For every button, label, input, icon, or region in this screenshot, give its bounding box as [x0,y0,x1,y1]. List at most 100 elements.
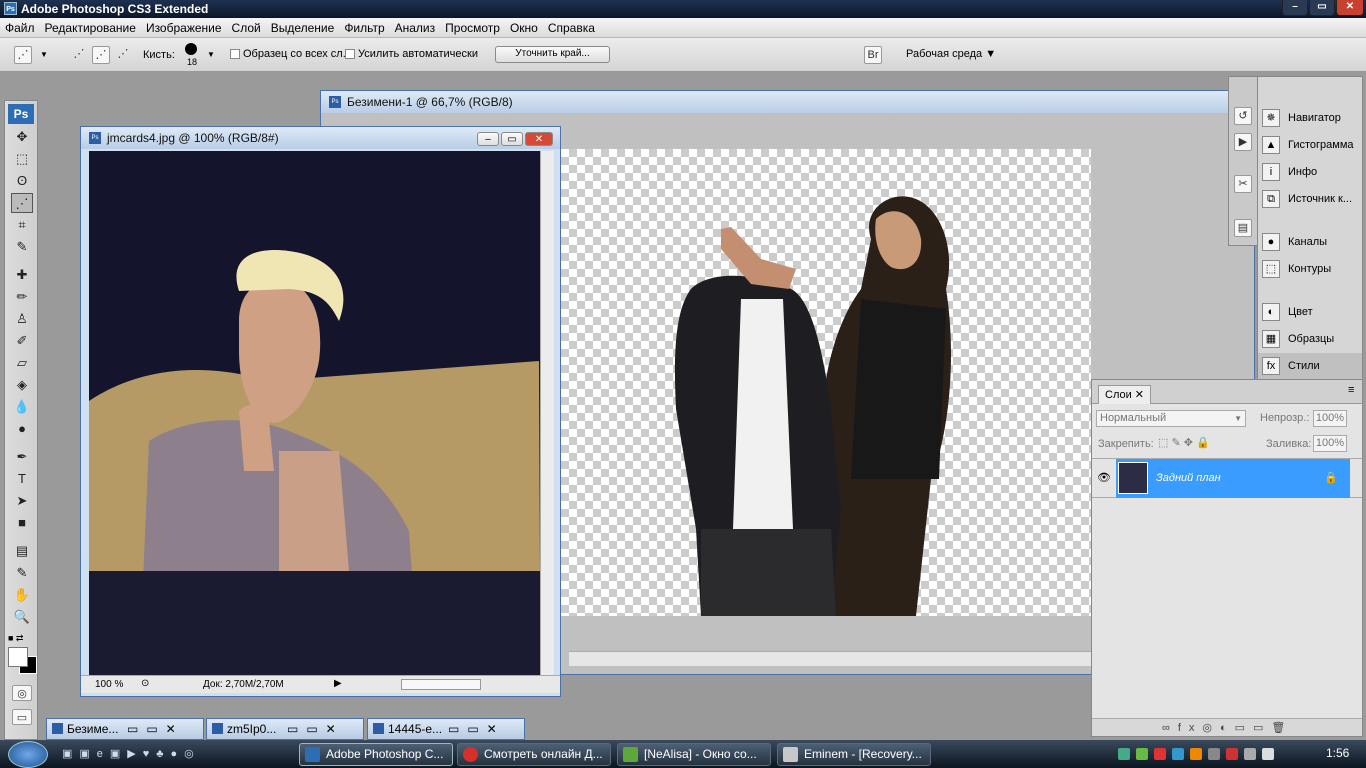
refine-edge-button[interactable]: Уточнить край... [495,46,610,63]
bucket-tool-icon[interactable]: ◈ [11,375,33,395]
new-selection-icon[interactable]: ⋰ [70,46,88,64]
maximize-button[interactable]: ▭ [1309,0,1335,16]
panel-item-group1-1[interactable]: ▲ Гистограмма [1258,132,1362,158]
menu-item-3[interactable]: Слой [227,18,266,36]
photo-canvas[interactable] [89,151,540,675]
shape-tool-icon[interactable]: ■ [11,513,33,533]
dodge-tool-icon[interactable]: ● [11,419,33,439]
clock[interactable]: 1:56 [1326,746,1349,760]
eye-icon[interactable]: 👁 [1097,471,1111,484]
transparent-canvas[interactable] [561,149,1091,617]
notes-tool-icon[interactable]: ▤ [11,541,33,561]
add-selection-icon[interactable]: ⋰ [92,46,110,64]
panel-item-group1-2[interactable]: i Инфо [1258,159,1362,185]
vertical-scrollbar[interactable] [540,151,554,675]
zoom-level[interactable]: 100 % [95,679,123,690]
layer-row[interactable]: 👁 Задний план 🔒 [1092,458,1362,498]
quick-mask-icon[interactable]: ◎ [12,685,32,701]
workspace-menu[interactable]: Рабочая среда ▼ [906,48,996,60]
tray-icon[interactable] [1172,748,1184,760]
menu-item-9[interactable]: Справка [543,18,600,36]
close-button[interactable]: ✕ [1336,0,1364,16]
panel-menu-icon[interactable]: ≡ [1348,384,1354,396]
actions-icon[interactable]: ▶ [1234,133,1252,151]
menu-item-8[interactable]: Окно [505,18,543,36]
type-tool-icon[interactable]: T [11,469,33,489]
status-menu-icon[interactable]: ⊙ [141,678,149,689]
screen-mode-icon[interactable]: ▭ [12,709,32,725]
zoom-tool-icon[interactable]: 🔍 [11,607,33,627]
magic-wand-tool-preset-icon[interactable]: ⋰ [14,46,32,64]
foreground-color-swatch[interactable] [8,647,28,667]
blur-tool-icon[interactable]: 💧 [11,397,33,417]
brush-preview[interactable] [185,43,197,55]
menu-item-4[interactable]: Выделение [266,18,340,36]
minimize-button[interactable]: – [1282,0,1308,16]
menu-item-1[interactable]: Редактирование [40,18,141,36]
chevron-down-icon[interactable]: ▼ [207,50,215,59]
task-opera[interactable]: Смотреть онлайн Д... [457,743,611,766]
task-chat[interactable]: [NeAlisa] - Окно со... [617,743,771,766]
history-brush-icon[interactable]: ✐ [11,331,33,351]
eyedropper-tool-icon[interactable]: ✎ [11,237,33,257]
layer-comps-icon[interactable]: ▤ [1234,219,1252,237]
marquee-tool-icon[interactable]: ⬚ [11,149,33,169]
panel-item-group2-1[interactable]: ⬚ Контуры [1258,256,1362,282]
tray-icon[interactable] [1136,748,1148,760]
move-tool-icon[interactable]: ✥ [11,127,33,147]
document-window-front[interactable]: Ps jmcards4.jpg @ 100% (RGB/8#) – ▭ ✕ 100… [80,126,561,697]
menu-item-5[interactable]: Фильтр [339,18,389,36]
menu-item-0[interactable]: Файл [0,18,40,36]
opacity-input[interactable]: 100% [1313,410,1347,427]
tray-icon[interactable] [1208,748,1220,760]
panel-item-group2-0[interactable]: ● Каналы [1258,229,1362,255]
default-colors-icon[interactable]: ■ ⇄ [8,633,23,644]
document-titlebar[interactable]: Ps Безимени-1 @ 66,7% (RGB/8) [321,91,1254,113]
healing-tool-icon[interactable]: ✚ [11,265,33,285]
tray-icon[interactable] [1244,748,1256,760]
tray-icon[interactable] [1190,748,1202,760]
panel-item-group3-1[interactable]: ▦ Образцы [1258,326,1362,352]
horizontal-scroll-thumb[interactable] [401,679,481,690]
tray-icon[interactable] [1154,748,1166,760]
tray-icon[interactable] [1226,748,1238,760]
brush-tool-icon[interactable]: ✏ [11,287,33,307]
tab-layers[interactable]: Слои ✕ [1098,385,1152,404]
chevron-down-icon[interactable]: ▼ [40,50,48,59]
panel-item-group3-0[interactable]: ◐ Цвет [1258,299,1362,325]
close-button[interactable]: ✕ [525,132,553,146]
tool-presets-icon[interactable]: ✂ [1234,175,1252,193]
task-photoshop[interactable]: Adobe Photoshop C... [299,743,453,766]
hand-tool-icon[interactable]: ✋ [11,585,33,605]
menu-item-7[interactable]: Просмотр [440,18,505,36]
volume-icon[interactable] [1262,748,1274,760]
subtract-selection-icon[interactable]: ⋰ [114,46,132,64]
lock-icons[interactable]: ⬚ ✎ ✥ 🔒 [1158,436,1210,449]
panel-item-group3-2[interactable]: fx Стили [1258,353,1362,379]
blend-mode-select[interactable]: Нормальный ▼ [1096,410,1246,427]
lasso-tool-icon[interactable]: ʘ [11,171,33,191]
eraser-tool-icon[interactable]: ▱ [11,353,33,373]
minimize-button[interactable]: – [477,132,499,146]
minimized-doc-3[interactable]: 14445-e... ▭▭✕ [367,718,525,740]
menu-item-6[interactable]: Анализ [390,18,441,36]
eyedropper-icon[interactable]: ✎ [11,563,33,583]
fill-input[interactable]: 100% [1313,435,1347,452]
maximize-button[interactable]: ▭ [501,132,523,146]
pen-tool-icon[interactable]: ✒ [11,447,33,467]
bridge-icon[interactable]: Br [864,46,882,64]
play-icon[interactable]: ▶ [334,678,342,689]
minimized-doc-2[interactable]: zm5Ip0... ▭▭✕ [206,718,364,740]
layers-footer-icons[interactable]: ∞fx◎◐▭▭🗑 [1092,718,1362,736]
magic-wand-tool-icon[interactable]: ⋰ [11,193,33,213]
panel-item-group1-3[interactable]: ⧉ Источник к... [1258,186,1362,212]
tray-icon[interactable] [1118,748,1130,760]
stamp-tool-icon[interactable]: ♙ [11,309,33,329]
layer-name[interactable]: Задний план [1156,472,1221,484]
quick-launch-icons[interactable]: ▣▣e▣▶♥♣●◎ [62,747,201,760]
history-icon[interactable]: ↺ [1234,107,1252,125]
menu-item-2[interactable]: Изображение [141,18,227,36]
minimized-doc-1[interactable]: Безиме... ▭▭✕ [46,718,204,740]
path-selection-icon[interactable]: ➤ [11,491,33,511]
start-button[interactable] [8,741,48,768]
